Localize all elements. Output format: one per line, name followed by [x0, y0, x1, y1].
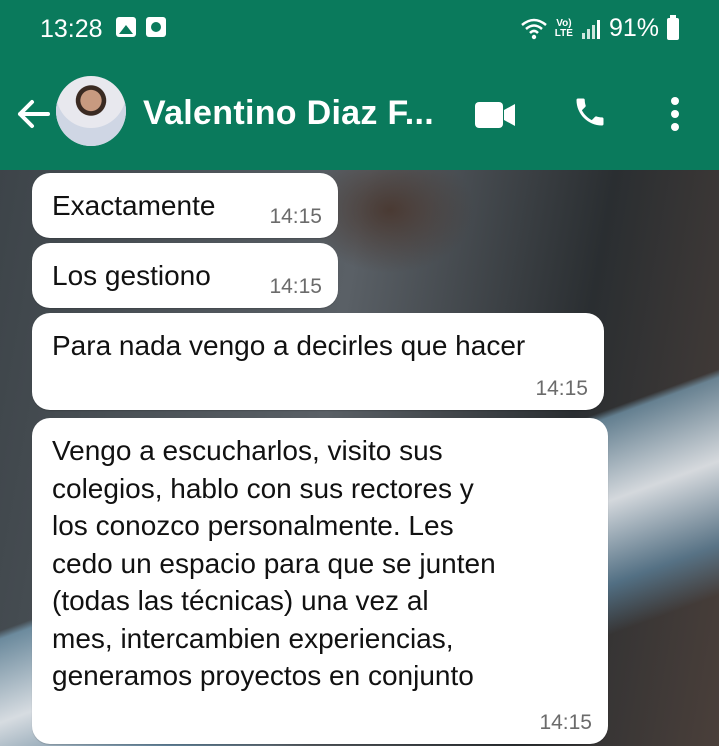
- message-bubble[interactable]: Vengo a escucharlos, visito sus colegios…: [32, 418, 608, 744]
- chat-area[interactable]: Exactamente 14:15 Los gestiono 14:15 Par…: [0, 170, 719, 746]
- volte-line2: LTE: [554, 27, 573, 39]
- status-right: Vo) LTE 91%: [520, 14, 679, 43]
- message-time: 14:15: [535, 377, 588, 400]
- gallery-notification-icon: [116, 17, 136, 37]
- app-notification-icon: [146, 17, 166, 37]
- message-text: Los gestiono: [52, 260, 211, 291]
- message-bubble[interactable]: Exactamente 14:15: [32, 173, 338, 238]
- message-time: 14:15: [269, 205, 322, 228]
- status-bar: 13:28 Vo) LTE 91%: [0, 0, 719, 58]
- message-text: Para nada vengo a decirles que hacer: [52, 330, 526, 361]
- message-time: 14:15: [539, 711, 592, 734]
- message-bubble[interactable]: Para nada vengo a decirles que hacer 14:…: [32, 313, 604, 410]
- wifi-icon: [520, 18, 547, 39]
- phone-call-icon[interactable]: [572, 94, 608, 130]
- status-time: 13:28: [40, 15, 103, 43]
- message-bubble[interactable]: Los gestiono 14:15: [32, 243, 338, 308]
- signal-icon: [581, 19, 600, 39]
- contact-name[interactable]: Valentino Diaz F...: [143, 94, 434, 133]
- more-options-icon[interactable]: [664, 96, 686, 132]
- message-text: Exactamente: [52, 190, 216, 221]
- volte-indicator: Vo) LTE: [554, 17, 573, 39]
- message-time: 14:15: [269, 275, 322, 298]
- battery-icon: [667, 14, 679, 40]
- battery-percent: 91%: [608, 14, 659, 42]
- volte-line1: Vo): [556, 17, 572, 29]
- video-call-icon[interactable]: [475, 100, 515, 130]
- message-text: Vengo a escucharlos, visito sus colegios…: [52, 435, 496, 691]
- chat-header: Valentino Diaz F...: [0, 58, 719, 170]
- back-arrow-icon[interactable]: [14, 94, 54, 134]
- contact-avatar[interactable]: [56, 76, 126, 146]
- notification-icons: [116, 17, 166, 37]
